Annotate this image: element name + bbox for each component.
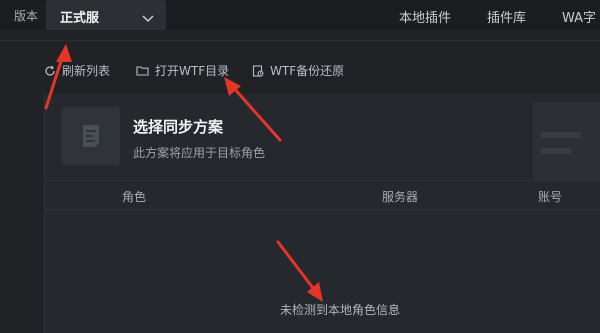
annotation-arrow-open-wtf [224,77,282,142]
annotation-arrows [44,44,323,302]
annotation-arrow-version [44,44,72,110]
annotation-arrow-empty-state [276,240,323,302]
